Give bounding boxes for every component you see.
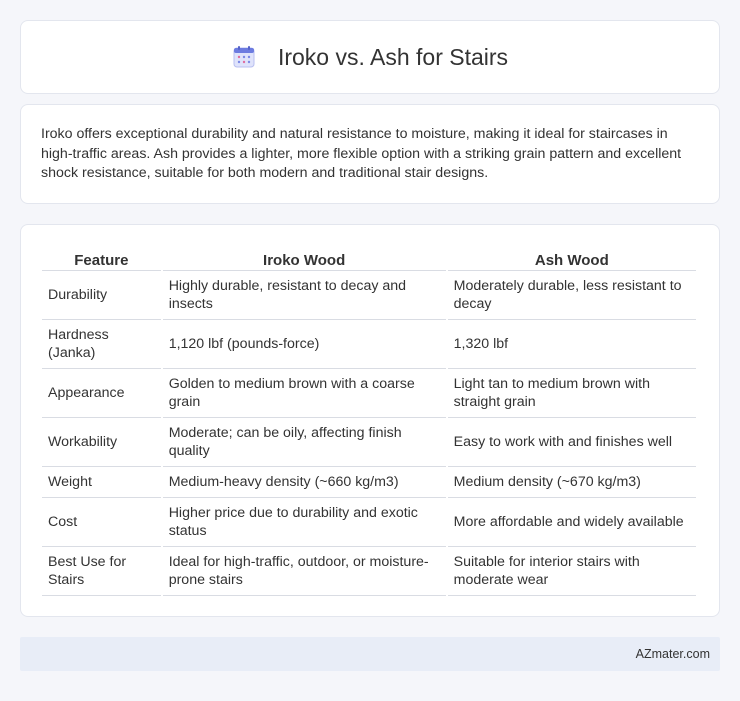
ash-cell: Medium density (~670 kg/m3)	[447, 467, 696, 498]
feature-cell: Appearance	[42, 369, 161, 418]
table-header-row: Feature Iroko Wood Ash Wood	[42, 245, 696, 271]
iroko-cell: Golden to medium brown with a coarse gra…	[162, 369, 446, 418]
iroko-cell: 1,120 lbf (pounds-force)	[162, 320, 446, 369]
comparison-card: Feature Iroko Wood Ash Wood Durability H…	[20, 224, 720, 617]
iroko-cell: Ideal for high-traffic, outdoor, or mois…	[162, 547, 446, 596]
feature-cell: Hardness (Janka)	[42, 320, 161, 369]
intro-card: Iroko offers exceptional durability and …	[20, 104, 720, 204]
feature-cell: Durability	[42, 271, 161, 320]
comparison-table: Feature Iroko Wood Ash Wood Durability H…	[40, 245, 698, 596]
header-ash: Ash Wood	[447, 245, 696, 271]
table-row: Cost Higher price due to durability and …	[42, 498, 696, 547]
feature-cell: Weight	[42, 467, 161, 498]
table-row: Best Use for Stairs Ideal for high-traff…	[42, 547, 696, 596]
ash-cell: 1,320 lbf	[447, 320, 696, 369]
table-row: Hardness (Janka) 1,120 lbf (pounds-force…	[42, 320, 696, 369]
feature-cell: Cost	[42, 498, 161, 547]
table-row: Weight Medium-heavy density (~660 kg/m3)…	[42, 467, 696, 498]
footer-brand[interactable]: AZmater.com	[636, 647, 710, 661]
table-row: Workability Moderate; can be oily, affec…	[42, 418, 696, 467]
ash-cell: Easy to work with and finishes well	[447, 418, 696, 467]
table-row: Durability Highly durable, resistant to …	[42, 271, 696, 320]
header-card: Iroko vs. Ash for Stairs	[20, 20, 720, 94]
page-title: Iroko vs. Ash for Stairs	[277, 43, 509, 70]
header-feature: Feature	[42, 245, 161, 271]
ash-cell: Suitable for interior stairs with modera…	[447, 547, 696, 596]
footer: AZmater.com	[20, 637, 720, 671]
intro-text: Iroko offers exceptional durability and …	[41, 126, 682, 181]
ash-cell: Moderately durable, less resistant to de…	[447, 271, 696, 320]
calendar-icon	[233, 46, 255, 68]
title-wrap: Iroko vs. Ash for Stairs	[232, 44, 508, 71]
feature-cell: Workability	[42, 418, 161, 467]
header-iroko: Iroko Wood	[162, 245, 446, 271]
iroko-cell: Moderate; can be oily, affecting finish …	[162, 418, 446, 467]
iroko-cell: Higher price due to durability and exoti…	[162, 498, 446, 547]
iroko-cell: Highly durable, resistant to decay and i…	[162, 271, 446, 320]
ash-cell: Light tan to medium brown with straight …	[447, 369, 696, 418]
iroko-cell: Medium-heavy density (~660 kg/m3)	[162, 467, 446, 498]
feature-cell: Best Use for Stairs	[42, 547, 161, 596]
ash-cell: More affordable and widely available	[447, 498, 696, 547]
table-row: Appearance Golden to medium brown with a…	[42, 369, 696, 418]
